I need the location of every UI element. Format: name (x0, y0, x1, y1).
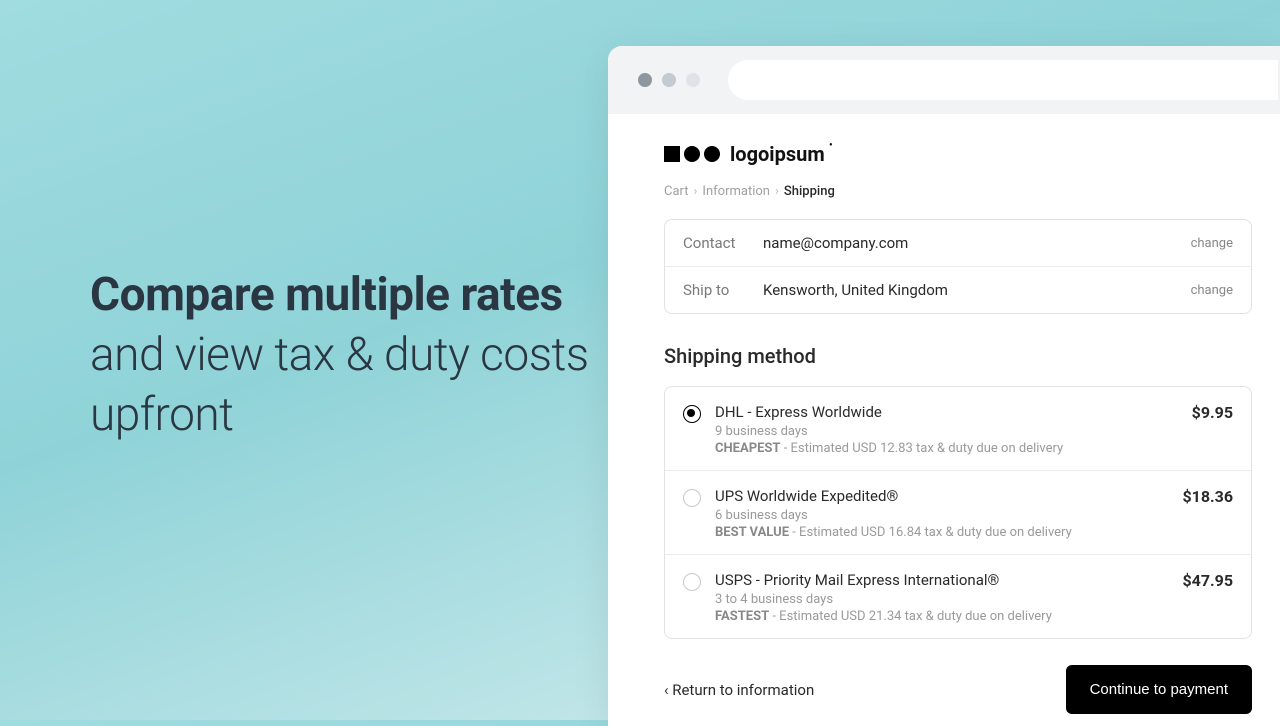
shipping-meta: FASTEST - Estimated USD 21.34 tax & duty… (715, 609, 1168, 624)
breadcrumb: Cart › Information › Shipping (664, 184, 1252, 199)
review-box: Contact name@company.com change Ship to … (664, 219, 1252, 314)
shipping-option[interactable]: UPS Worldwide Expedited® 6 business days B… (665, 470, 1251, 554)
return-label: Return to information (672, 681, 814, 699)
traffic-lights (638, 73, 700, 87)
shipping-name: DHL - Express Worldwide (715, 403, 1178, 421)
shipping-time: 9 business days (715, 424, 1178, 439)
change-contact-link[interactable]: change (1191, 236, 1233, 251)
min-dot-icon[interactable] (662, 73, 676, 87)
radio-icon[interactable] (683, 405, 701, 423)
return-link[interactable]: ‹ Return to information (664, 681, 814, 699)
address-bar[interactable] (728, 60, 1278, 100)
breadcrumb-information[interactable]: Information (702, 184, 770, 199)
headline-rest: and view tax & duty costs upfront (90, 328, 589, 442)
shipping-info: UPS Worldwide Expedited® 6 business days B… (715, 487, 1168, 540)
continue-button[interactable]: Continue to payment (1066, 665, 1252, 714)
shipto-label: Ship to (683, 281, 763, 299)
contact-row: Contact name@company.com change (665, 220, 1251, 266)
shipto-value: Kensworth, United Kingdom (763, 281, 1191, 299)
chevron-right-icon: › (775, 184, 779, 199)
shipping-option[interactable]: DHL - Express Worldwide 9 business days CH… (665, 387, 1251, 470)
headline-bold: Compare multiple rates (90, 268, 563, 322)
checkout-footer: ‹ Return to information Continue to paym… (664, 665, 1252, 714)
shipping-price: $9.95 (1192, 403, 1233, 456)
shipping-name: UPS Worldwide Expedited® (715, 487, 1168, 505)
marketing-headline: Compare multiple rates and view tax & du… (90, 266, 590, 445)
chevron-right-icon: › (694, 184, 698, 199)
breadcrumb-shipping: Shipping (784, 184, 835, 199)
shipping-options: DHL - Express Worldwide 9 business days CH… (664, 386, 1252, 639)
shipping-time: 3 to 4 business days (715, 592, 1168, 607)
close-dot-icon[interactable] (638, 73, 652, 87)
contact-label: Contact (683, 234, 763, 252)
shipping-info: USPS - Priority Mail Express Internation… (715, 571, 1168, 624)
shipto-row: Ship to Kensworth, United Kingdom change (665, 266, 1251, 313)
shipping-option[interactable]: USPS - Priority Mail Express Internation… (665, 554, 1251, 638)
shipping-price: $47.95 (1182, 571, 1233, 624)
logo-text: logoipsum (730, 142, 825, 166)
browser-window: logoipsum Cart › Information › Shipping Cont… (608, 46, 1280, 726)
checkout-content: logoipsum Cart › Information › Shipping Cont… (608, 114, 1280, 726)
change-shipto-link[interactable]: change (1191, 283, 1233, 298)
shipping-method-title: Shipping method (664, 344, 1252, 368)
max-dot-icon[interactable] (686, 73, 700, 87)
contact-value: name@company.com (763, 234, 1191, 252)
breadcrumb-cart[interactable]: Cart (664, 184, 689, 199)
shipping-time: 6 business days (715, 508, 1168, 523)
shipping-meta: CHEAPEST - Estimated USD 12.83 tax & dut… (715, 441, 1178, 456)
shipping-price: $18.36 (1182, 487, 1233, 540)
logo-marks-icon (664, 146, 720, 162)
store-logo[interactable]: logoipsum (664, 142, 1252, 166)
shipping-info: DHL - Express Worldwide 9 business days CH… (715, 403, 1178, 456)
shipping-meta: BEST VALUE - Estimated USD 16.84 tax & d… (715, 525, 1168, 540)
shipping-name: USPS - Priority Mail Express Internation… (715, 571, 1168, 589)
browser-titlebar (608, 46, 1280, 114)
radio-icon[interactable] (683, 573, 701, 591)
radio-icon[interactable] (683, 489, 701, 507)
